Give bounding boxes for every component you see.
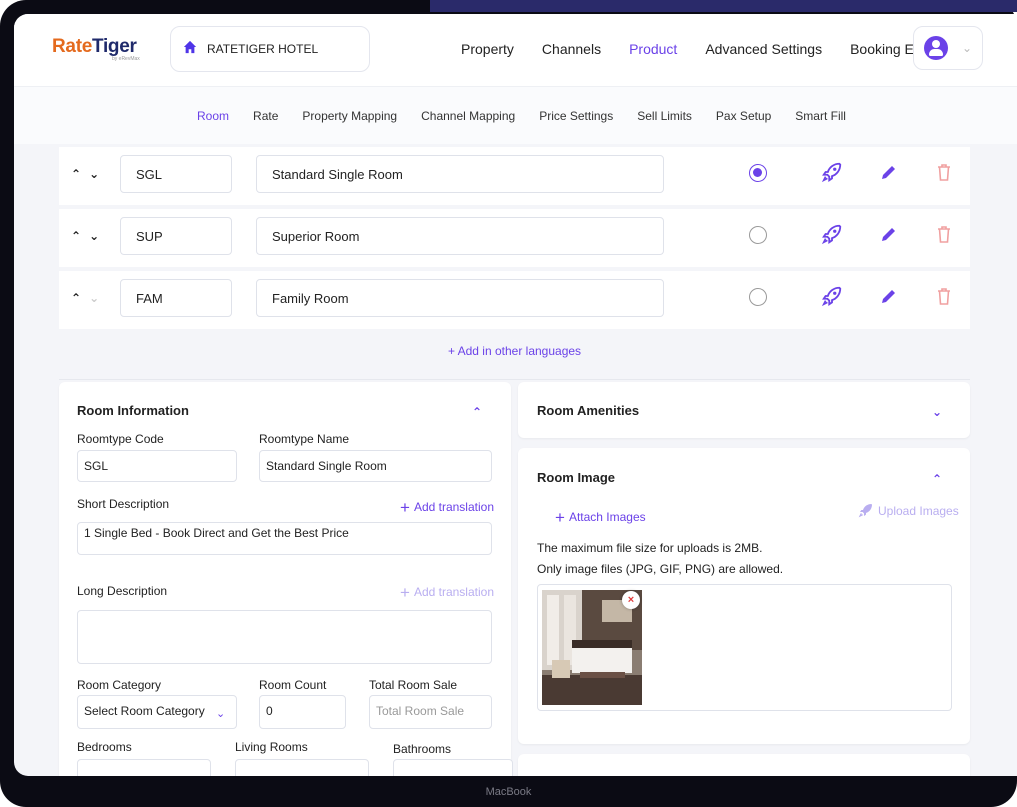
file-type-note: Only image files (JPG, GIF, PNG) are all… (537, 562, 784, 576)
top-navigation: Property Channels Product Advanced Setti… (461, 41, 948, 57)
nav-advanced-settings[interactable]: Advanced Settings (705, 41, 822, 57)
nav-channels[interactable]: Channels (542, 41, 601, 57)
move-down-icon[interactable]: ⌄ (89, 229, 99, 243)
room-code-field[interactable]: SGL (120, 155, 232, 193)
plus-icon: + (555, 508, 565, 527)
remove-image-icon[interactable]: × (622, 591, 640, 609)
room-row: ⌃ ⌄ SUP Superior Room (59, 209, 970, 267)
add-translation-short-button[interactable]: + Add translation (400, 498, 494, 518)
move-up-icon[interactable]: ⌃ (71, 229, 81, 243)
delete-icon[interactable] (935, 224, 953, 244)
plus-icon: + (400, 498, 410, 517)
nav-product[interactable]: Product (629, 41, 677, 57)
room-amenities-title: Room Amenities (537, 403, 640, 418)
total-room-sale-input[interactable]: Total Room Sale (369, 695, 492, 729)
move-down-icon: ⌄ (89, 291, 100, 305)
plus-icon: + (400, 583, 410, 602)
nav-property[interactable]: Property (461, 41, 514, 57)
top-header: RateTiger by eRevMax RATETIGER HOTEL Pro… (14, 14, 1017, 86)
chevron-up-icon[interactable]: ⌃ (472, 405, 482, 419)
room-name-field[interactable]: Superior Room (256, 217, 664, 255)
tab-pax-setup[interactable]: Pax Setup (716, 109, 771, 123)
default-room-radio[interactable] (749, 164, 767, 182)
short-description-label: Short Description (77, 497, 170, 511)
device-label: MacBook (485, 786, 532, 798)
bathrooms-select[interactable] (393, 759, 513, 776)
room-code-field[interactable]: FAM (120, 279, 232, 317)
edit-icon[interactable] (879, 286, 899, 306)
edit-icon[interactable] (879, 224, 899, 244)
user-menu-button[interactable]: ⌄ (913, 26, 983, 70)
roomtype-code-input[interactable]: SGL (77, 450, 237, 482)
delete-icon[interactable] (935, 162, 953, 182)
short-description-input[interactable]: 1 Single Bed - Book Direct and Get the B… (77, 522, 492, 555)
rocket-icon[interactable] (821, 285, 843, 307)
edit-icon[interactable] (879, 162, 899, 182)
living-rooms-label: Living Rooms (235, 740, 308, 754)
tab-smart-fill[interactable]: Smart Fill (795, 109, 846, 123)
default-room-radio[interactable] (749, 226, 767, 244)
total-room-sale-label: Total Room Sale (369, 678, 458, 692)
roomtype-name-input[interactable]: Standard Single Room (259, 450, 492, 482)
rocket-icon[interactable] (821, 223, 843, 245)
room-name-field[interactable]: Standard Single Room (256, 155, 664, 193)
roomtype-code-label: Roomtype Code (77, 432, 164, 446)
move-down-icon[interactable]: ⌄ (89, 167, 99, 181)
file-size-note: The maximum file size for uploads is 2MB… (537, 541, 763, 555)
long-description-label: Long Description (77, 584, 168, 598)
move-up-icon[interactable]: ⌃ (71, 167, 81, 181)
room-category-label: Room Category (77, 678, 162, 692)
upload-images-button[interactable]: Upload Images (858, 502, 959, 518)
room-count-input[interactable]: 0 (259, 695, 346, 729)
next-panel (518, 754, 970, 776)
home-icon (183, 40, 197, 59)
chevron-down-icon[interactable]: ⌄ (932, 405, 942, 419)
tab-channel-mapping[interactable]: Channel Mapping (421, 109, 515, 123)
long-description-input[interactable] (77, 610, 492, 664)
room-name-field[interactable]: Family Room (256, 279, 664, 317)
room-row: ⌃ ⌄ FAM Family Room (59, 271, 970, 329)
room-category-select[interactable]: Select Room Category (77, 695, 237, 729)
bedrooms-select[interactable] (77, 759, 211, 776)
sub-navigation: Room Rate Property Mapping Channel Mappi… (14, 86, 1017, 144)
add-other-languages-link[interactable]: + Add in other languages (59, 336, 970, 380)
tab-room[interactable]: Room (197, 109, 229, 123)
rocket-icon (858, 504, 872, 518)
default-room-radio[interactable] (749, 288, 767, 306)
room-information-title: Room Information (77, 403, 189, 418)
rocket-icon[interactable] (821, 161, 843, 183)
tab-property-mapping[interactable]: Property Mapping (302, 109, 397, 123)
room-row: ⌃ ⌄ SGL Standard Single Room (59, 147, 970, 205)
room-count-label: Room Count (259, 678, 327, 692)
add-translation-long-button[interactable]: + Add translation (400, 583, 494, 603)
roomtype-name-label: Roomtype Name (259, 432, 350, 446)
room-image-title: Room Image (537, 470, 616, 485)
tab-rate[interactable]: Rate (253, 109, 278, 123)
ratetiger-logo[interactable]: RateTiger by eRevMax (52, 36, 140, 62)
bathrooms-label: Bathrooms (393, 742, 452, 756)
room-code-field[interactable]: SUP (120, 217, 232, 255)
attach-images-button[interactable]: + Attach Images (555, 508, 646, 528)
tab-sell-limits[interactable]: Sell Limits (637, 109, 692, 123)
chevron-down-icon: ⌄ (962, 41, 973, 55)
hotel-selector[interactable]: RATETIGER HOTEL (170, 26, 370, 72)
chevron-up-icon[interactable]: ⌃ (932, 472, 942, 486)
chevron-down-icon: ⌄ (216, 708, 226, 720)
app-screen: RateTiger by eRevMax RATETIGER HOTEL Pro… (14, 14, 1017, 776)
user-avatar-icon (924, 36, 948, 60)
bedrooms-label: Bedrooms (77, 740, 132, 754)
move-up-icon[interactable]: ⌃ (71, 291, 81, 305)
delete-icon[interactable] (935, 286, 953, 306)
hotel-name: RATETIGER HOTEL (207, 42, 319, 56)
background-strip (430, 0, 1017, 12)
living-rooms-select[interactable] (235, 759, 369, 776)
tab-price-settings[interactable]: Price Settings (539, 109, 613, 123)
